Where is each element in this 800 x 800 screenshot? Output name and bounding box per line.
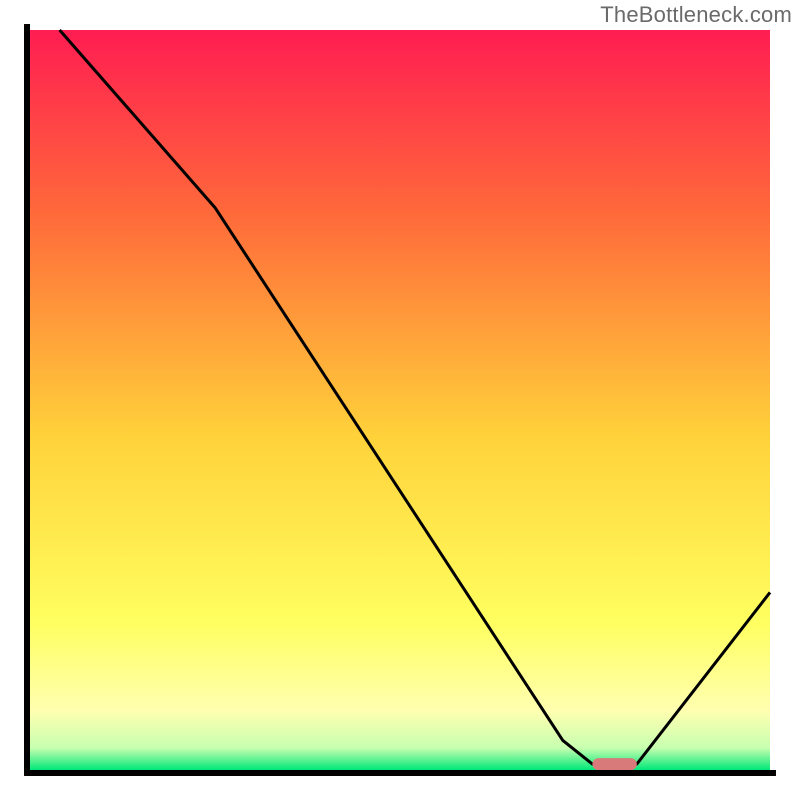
- chart-background: [30, 30, 770, 770]
- optimal-range-marker: [592, 758, 636, 770]
- bottleneck-chart: [0, 0, 800, 800]
- watermark-text: TheBottleneck.com: [600, 2, 792, 28]
- chart-container: TheBottleneck.com: [0, 0, 800, 800]
